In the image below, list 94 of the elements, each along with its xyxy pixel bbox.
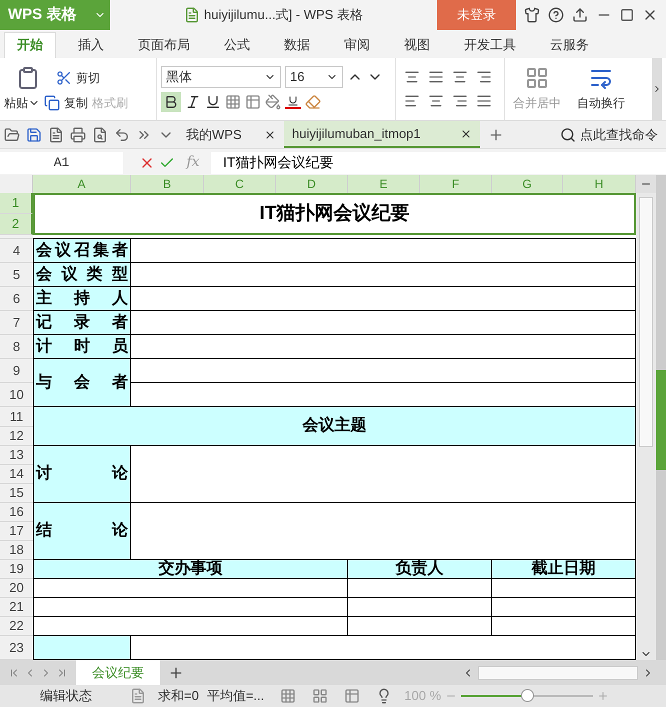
scissors-icon	[56, 70, 72, 86]
open-icon[interactable]	[4, 126, 20, 143]
row-header[interactable]: 21	[0, 598, 33, 618]
command-search[interactable]: 点此查找命令	[560, 125, 666, 145]
align-center-icon[interactable]	[428, 93, 444, 110]
print-icon[interactable]	[70, 126, 86, 143]
copy-button[interactable]: 复制	[44, 94, 88, 112]
row-header[interactable]: 20	[0, 579, 33, 598]
skin-icon[interactable]	[524, 6, 540, 23]
menu-tab[interactable]: 开发工具	[452, 32, 528, 58]
undo-icon[interactable]	[114, 126, 130, 143]
save-icon[interactable]	[26, 126, 42, 143]
label-cell: 记录者	[33, 311, 131, 336]
italic-icon[interactable]	[185, 94, 201, 110]
underline-icon[interactable]	[205, 94, 221, 110]
zoom-slider-thumb[interactable]	[521, 689, 534, 702]
formula-field[interactable]: IT猫扑网会议纪要	[211, 152, 666, 174]
row-header[interactable]: 10	[0, 383, 33, 408]
row-header[interactable]: 8	[0, 335, 33, 360]
align-right-icon[interactable]	[452, 93, 468, 110]
cell-style-icon[interactable]	[245, 94, 261, 110]
label-cell: 结论	[33, 503, 131, 560]
page-view-icon[interactable]	[312, 688, 328, 704]
font-size-dropdown[interactable]: 16	[285, 66, 343, 88]
menu-tab[interactable]: 公式	[212, 32, 262, 58]
menu-tab[interactable]: 页面布局	[126, 32, 202, 58]
new-tab-icon[interactable]	[488, 126, 504, 143]
cut-button[interactable]: 剪切	[56, 69, 100, 88]
normal-view-icon[interactable]	[280, 688, 296, 704]
zoom-level: 100 %	[404, 687, 442, 706]
row-header[interactable]: 7	[0, 311, 33, 336]
row-header[interactable]: 4	[0, 239, 33, 264]
label-cell: 计时员	[33, 335, 131, 360]
help-icon[interactable]	[548, 6, 564, 23]
row-header[interactable]: 5	[0, 263, 33, 288]
align-left-icon[interactable]	[404, 93, 420, 110]
upload-icon[interactable]	[572, 6, 588, 23]
font-name-dropdown[interactable]: 黑体	[161, 66, 281, 88]
menu-tab[interactable]: 视图	[392, 32, 442, 58]
row-header[interactable]: 14	[0, 465, 33, 484]
row-header[interactable]: 11	[0, 407, 33, 428]
row-header[interactable]: 13	[0, 446, 33, 466]
menu-tab[interactable]: 数据	[272, 32, 322, 58]
row-header[interactable]: 16	[0, 503, 33, 522]
menu-tab[interactable]: 插入	[66, 32, 116, 58]
maximize-icon[interactable]	[620, 8, 634, 22]
row-header[interactable]: 12	[0, 427, 33, 446]
wrap-text-button[interactable]: 自动换行	[573, 58, 629, 120]
menu-tab[interactable]: 云服务	[538, 32, 601, 58]
font-color-icon[interactable]	[285, 95, 301, 110]
label-cell: 主持人	[33, 287, 131, 312]
document-icon	[184, 6, 200, 23]
heading-cell: 截止日期	[492, 560, 636, 580]
close-icon[interactable]	[264, 128, 276, 141]
window-title: huiyijilumu...式] - WPS 表格	[204, 6, 363, 24]
horizontal-scrollbar-thumb[interactable]	[478, 666, 638, 680]
menu-tab[interactable]: 审阅	[332, 32, 382, 58]
status-average: 平均值=...	[206, 687, 264, 706]
paste-button[interactable]: 粘贴	[4, 94, 40, 112]
fill-color-icon[interactable]	[265, 94, 281, 110]
layout-icon[interactable]	[344, 688, 360, 704]
label-cell: 与会者	[33, 359, 131, 408]
justify-icon[interactable]	[476, 93, 492, 110]
row-header[interactable]: 9	[0, 359, 33, 384]
heading-cell: 会议主题	[33, 407, 636, 446]
document-tab[interactable]: huiyijilumuban_itmop1	[284, 121, 480, 148]
row-header[interactable]: 23	[0, 636, 33, 660]
status-sum: 求和=0	[158, 687, 199, 706]
menu-tab[interactable]: 开始	[4, 32, 56, 58]
scrollbar-thumb[interactable]	[639, 197, 653, 448]
close-icon[interactable]	[460, 128, 472, 140]
heading-cell: 负责人	[348, 560, 492, 580]
copy-icon	[44, 95, 60, 112]
bold-icon[interactable]	[161, 92, 181, 112]
row-header[interactable]: 22	[0, 617, 33, 636]
sheet-tab[interactable]: 会议纪要	[76, 660, 160, 686]
side-panel-handle[interactable]	[656, 370, 666, 470]
row-header[interactable]: 6	[0, 287, 33, 312]
add-sheet-icon[interactable]	[168, 664, 184, 681]
search-icon	[560, 126, 576, 143]
merge-icon	[525, 66, 549, 90]
heading-cell: 交办事项	[33, 560, 348, 580]
label-cell: 讨论	[33, 446, 131, 504]
row-header[interactable]: 17	[0, 522, 33, 542]
status-mode: 编辑状态	[40, 687, 93, 706]
label-cell: 会议类型	[33, 263, 131, 288]
row-header[interactable]: 15	[0, 484, 33, 504]
preview-icon[interactable]	[92, 126, 108, 143]
title-cell: IT猫扑网会议纪要	[33, 193, 636, 236]
name-box[interactable]: A1	[0, 152, 123, 174]
label-cell: 会议召集者	[33, 239, 131, 264]
document-tab[interactable]: 我的WPS	[178, 121, 284, 148]
row-header[interactable]: 18	[0, 541, 33, 560]
row-header[interactable]: 19	[0, 560, 33, 580]
